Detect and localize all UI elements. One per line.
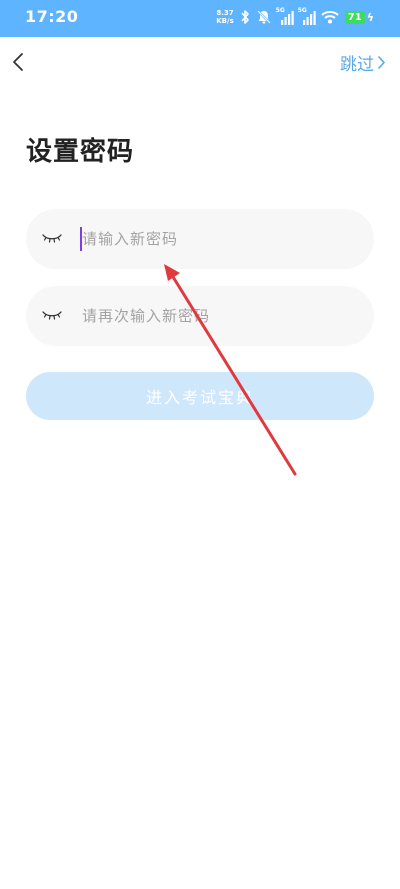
confirm-password-field[interactable] [26,286,374,346]
signal-sim1: 5G [275,7,294,26]
signal-sim2: 5G [297,7,316,26]
skip-label: 跳过 [340,54,374,75]
status-bar: 17:20 8.37 KB/s 5G 5G 71 ϟ [0,0,400,37]
back-button[interactable] [6,48,30,76]
sim2-network-tag: 5G [297,7,307,14]
network-speed: 8.37 KB/s [216,9,233,25]
new-password-input[interactable] [82,209,362,269]
wifi-icon [321,11,339,24]
eye-closed-icon[interactable] [42,308,62,322]
confirm-password-input[interactable] [82,286,362,346]
network-speed-value: 8.37 [216,9,234,17]
charging-icon: ϟ [366,10,374,24]
page-title: 设置密码 [26,137,135,167]
battery-icon: 71 [344,10,365,24]
skip-button[interactable]: 跳过 [340,50,386,75]
enter-exam-button[interactable]: 进入考试宝典 [26,372,374,420]
status-time: 17:20 [25,7,79,26]
bluetooth-icon [241,10,249,24]
status-icons: 8.37 KB/s 5G 5G 71 ϟ [216,6,374,28]
screen: 17:20 8.37 KB/s 5G 5G 71 ϟ 跳过 设置密码 进入考试宝… [0,0,400,889]
mute-icon [256,10,271,24]
eye-closed-icon[interactable] [42,231,62,245]
chevron-left-icon [13,53,23,71]
network-speed-unit: KB/s [216,17,234,25]
sim1-network-tag: 5G [275,7,285,14]
chevron-right-icon [377,55,386,70]
new-password-field[interactable] [26,209,374,269]
